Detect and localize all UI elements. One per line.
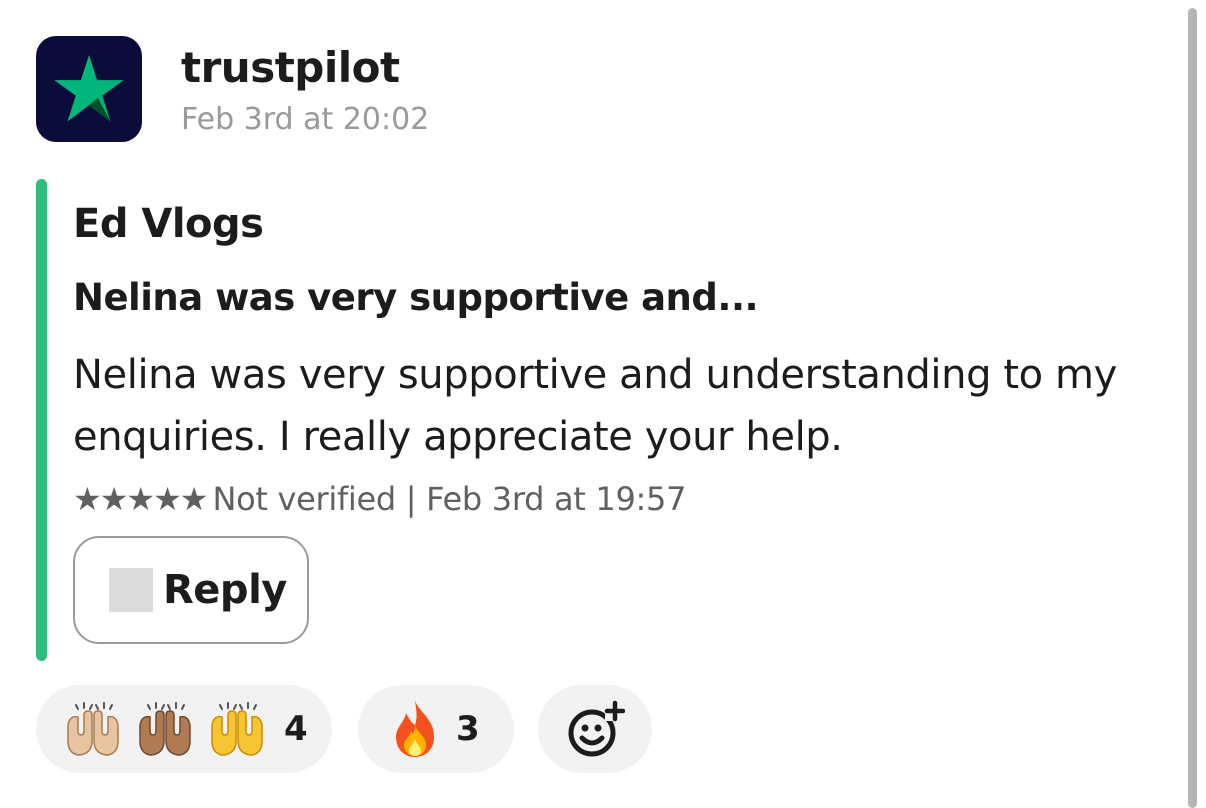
review-attachment: Ed Vlogs Nelina was very supportive and.…: [36, 179, 1176, 661]
reply-button[interactable]: Reply: [73, 536, 309, 644]
raising-hands-light-skin-icon: [62, 701, 124, 757]
sender-name[interactable]: trustpilot: [181, 40, 400, 96]
star-rating: ★★★★★: [73, 480, 208, 518]
add-reaction-icon: [568, 700, 625, 757]
reply-button-label: Reply: [163, 567, 287, 613]
reaction-raising-hands[interactable]: 4: [36, 685, 332, 773]
review-meta-text: Not verified | Feb 3rd at 19:57: [212, 480, 687, 518]
message-timestamp[interactable]: Feb 3rd at 20:02: [181, 100, 429, 140]
scrollbar[interactable]: [1188, 8, 1197, 808]
message: trustpilot Feb 3rd at 20:02 Ed Vlogs Nel…: [0, 0, 1206, 808]
reply-icon: [109, 568, 153, 612]
avatar[interactable]: [36, 36, 142, 142]
review-title: Nelina was very supportive and...: [73, 276, 759, 319]
review-body: Nelina was very supportive and understan…: [73, 352, 1117, 460]
fire-icon: [390, 699, 440, 759]
reaction-count: 3: [456, 709, 480, 749]
attachment-color-bar: [36, 179, 47, 661]
reviewer-name: Ed Vlogs: [73, 201, 264, 247]
reaction-count: 4: [284, 709, 308, 749]
reaction-fire[interactable]: 3: [358, 685, 514, 773]
raising-hands-medium-skin-icon: [134, 701, 196, 757]
raising-hands-yellow-icon: [206, 701, 268, 757]
star-icon: [54, 54, 124, 122]
add-reaction-button[interactable]: [538, 685, 652, 773]
review-meta: ★★★★★ Not verified | Feb 3rd at 19:57: [73, 477, 686, 521]
